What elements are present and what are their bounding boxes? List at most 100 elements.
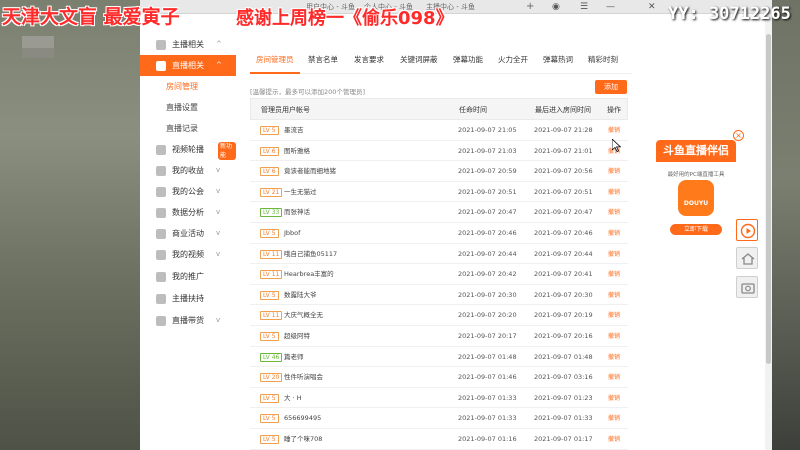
tab-firepower[interactable]: 火力全开 bbox=[498, 54, 528, 65]
sidebar-item-videos[interactable]: 我的视频 v bbox=[140, 244, 236, 265]
sidebar-item-earnings[interactable]: 我的收益 v bbox=[140, 160, 236, 181]
promo-download-button[interactable]: 立即下载 bbox=[670, 224, 722, 235]
appointed-time: 2021-09-07 20:47 bbox=[458, 208, 517, 217]
shield-icon[interactable]: ◉ bbox=[552, 0, 560, 14]
scrollbar-thumb[interactable] bbox=[766, 34, 771, 364]
douyu-logo-icon: DOUYU bbox=[678, 180, 714, 216]
table-row: LV 5 656699495 2021-09-07 01:33 2021-09-07 … bbox=[250, 408, 628, 429]
menu-icon[interactable]: ☰ bbox=[580, 0, 588, 14]
sidebar-item-label: 我的推广 bbox=[172, 272, 204, 281]
last-enter-time: 2021-09-07 20:56 bbox=[534, 167, 593, 176]
admin-username: 而张神话 bbox=[284, 208, 310, 217]
revoke-link[interactable]: 撤销 bbox=[608, 244, 620, 265]
admin-username: 数露陆大爷 bbox=[284, 290, 317, 299]
home-icon[interactable] bbox=[736, 247, 758, 269]
tab-keyword-block[interactable]: 关键词屏蔽 bbox=[400, 54, 438, 65]
tab-danmaku[interactable]: 弹幕功能 bbox=[453, 54, 483, 65]
admin-username: 一生无猫过 bbox=[284, 187, 317, 196]
close-icon[interactable]: × bbox=[733, 130, 744, 141]
admin-username: Hearbrea丰富的 bbox=[284, 270, 334, 279]
new-feature-badge: 新功能 bbox=[218, 142, 236, 160]
revoke-link[interactable]: 撤销 bbox=[608, 202, 620, 223]
revoke-link[interactable]: 撤销 bbox=[608, 408, 620, 429]
sidebar-item-label: 我的视频 bbox=[172, 250, 204, 259]
sidebar-item-business[interactable]: 商业活动 v bbox=[140, 223, 236, 244]
column-header: 最后进入房间时间 bbox=[535, 106, 591, 114]
browser-tab[interactable]: 用户中心 - 斗鱼 bbox=[300, 0, 356, 14]
revoke-link[interactable]: 撤销 bbox=[608, 347, 620, 368]
sidebar-item-promotion[interactable]: 我的推广 bbox=[140, 266, 236, 287]
level-badge: LV 11 bbox=[260, 249, 283, 259]
level-badge: LV 5 bbox=[260, 332, 279, 341]
appointed-time: 2021-09-07 01:33 bbox=[458, 393, 517, 402]
revoke-link[interactable]: 撤销 bbox=[608, 182, 620, 203]
appointed-time: 2021-09-07 21:03 bbox=[458, 146, 517, 155]
game-chip bbox=[22, 36, 54, 48]
browser-tab[interactable]: 主播中心 - 斗鱼 bbox=[420, 0, 484, 14]
game-background-left bbox=[0, 0, 140, 450]
table-row: LV 6 图听雅格 2021-09-07 21:03 2021-09-07 21:01… bbox=[250, 141, 628, 162]
revoke-link[interactable]: 撤销 bbox=[608, 367, 620, 388]
revoke-link[interactable]: 撤销 bbox=[608, 161, 620, 182]
appointed-time: 2021-09-07 01:48 bbox=[458, 352, 517, 361]
appointed-time: 2021-09-07 20:20 bbox=[458, 311, 517, 320]
minimize-icon[interactable]: — bbox=[606, 0, 615, 14]
revoke-link[interactable]: 撤销 bbox=[608, 326, 620, 347]
tab-speech-rules[interactable]: 发言要求 bbox=[354, 54, 384, 65]
sidebar-item-label: 商业活动 bbox=[172, 229, 204, 238]
add-admin-button[interactable]: 添加 bbox=[595, 80, 627, 94]
admin-username: 超级阿特 bbox=[284, 332, 310, 340]
shop-icon bbox=[156, 316, 166, 326]
column-header: 操作 bbox=[607, 106, 621, 114]
admin-username: 竟该者能而细地猪 bbox=[284, 167, 336, 176]
sidebar-item-support[interactable]: 主播扶持 bbox=[140, 288, 236, 309]
mic-icon bbox=[156, 40, 166, 50]
sidebar-sub-live-records[interactable]: 直播记录 bbox=[166, 120, 198, 138]
table-row: LV 6 竟该者能而细地猪 2021-09-07 20:59 2021-09-07 2… bbox=[250, 161, 628, 182]
thumb-up-icon bbox=[156, 294, 166, 304]
sidebar-item-guild[interactable]: 我的公会 v bbox=[140, 181, 236, 202]
last-enter-time: 2021-09-07 20:16 bbox=[534, 332, 593, 340]
new-tab-icon[interactable]: + bbox=[526, 0, 534, 14]
sidebar-item-anchor[interactable]: 主播相关 ^ bbox=[140, 34, 236, 55]
sidebar-item-label: 直播带货 bbox=[172, 316, 204, 325]
revoke-link[interactable]: 撤销 bbox=[608, 429, 620, 450]
admin-username: 大庆气概全无 bbox=[284, 311, 323, 320]
sidebar-item-video-carousel[interactable]: 视频轮播 新功能 bbox=[140, 139, 236, 160]
page-scrollbar[interactable] bbox=[765, 14, 772, 450]
tab-hot-words[interactable]: 弹幕热词 bbox=[543, 54, 573, 65]
appointed-time: 2021-09-07 20:30 bbox=[458, 290, 517, 299]
promo-ad[interactable]: 斗鱼直播伴侣 最好用的PC端直播工具 DOUYU 立即下载 × bbox=[656, 130, 744, 240]
revoke-link[interactable]: 撤销 bbox=[608, 285, 620, 306]
table-row: LV 5 Jbbof 2021-09-07 20:46 2021-09-07 20:4… bbox=[250, 223, 628, 244]
table-row: LV 21 一生无猫过 2021-09-07 20:51 2021-09-07 20:… bbox=[250, 182, 628, 203]
last-enter-time: 2021-09-07 20:19 bbox=[534, 311, 593, 320]
browser-tab[interactable]: 个人中心 - 斗鱼 bbox=[358, 0, 418, 14]
chart-icon bbox=[156, 208, 166, 218]
revoke-link[interactable]: 撤销 bbox=[608, 264, 620, 285]
tab-room-admins[interactable]: 房间管理员 bbox=[256, 54, 294, 65]
appointed-time: 2021-09-07 20:59 bbox=[458, 167, 517, 176]
video-icon bbox=[156, 145, 166, 155]
level-badge: LV 20 bbox=[260, 373, 283, 383]
table-row: LV 46 篇老师 2021-09-07 01:48 2021-09-07 01:48… bbox=[250, 347, 628, 368]
promo-card[interactable]: 斗鱼直播伴侣 最好用的PC端直播工具 DOUYU 立即下载 bbox=[656, 140, 736, 240]
close-icon[interactable]: ✕ bbox=[648, 0, 656, 14]
tab-mute-list[interactable]: 禁言名单 bbox=[308, 54, 338, 65]
tab-highlights[interactable]: 精彩时刻 bbox=[588, 54, 618, 65]
sidebar-item-commerce[interactable]: 直播带货 v bbox=[140, 310, 236, 331]
sidebar-item-analytics[interactable]: 数据分析 v bbox=[140, 202, 236, 223]
play-icon[interactable] bbox=[736, 219, 758, 241]
sidebar-sub-live-settings[interactable]: 直播设置 bbox=[166, 99, 198, 117]
revoke-link[interactable]: 撤销 bbox=[608, 305, 620, 326]
sidebar-sub-room-manage[interactable]: 房间管理 bbox=[166, 78, 198, 96]
sidebar-item-live[interactable]: 直播相关 ^ bbox=[140, 55, 236, 76]
chevron-down-icon: v bbox=[216, 187, 221, 195]
admin-username: 哦自己捕鱼05117 bbox=[284, 249, 338, 258]
revoke-link[interactable]: 撤销 bbox=[608, 388, 620, 409]
table-header: 管理员用户帐号 任命时间 最后进入房间时间 操作 bbox=[250, 98, 628, 120]
camera-icon[interactable] bbox=[736, 276, 758, 298]
revoke-link[interactable]: 撤销 bbox=[608, 223, 620, 244]
content-tabs: 房间管理员 禁言名单 发言要求 关键词屏蔽 弹幕功能 火力全开 弹幕热词 精彩时… bbox=[250, 44, 632, 74]
guild-icon bbox=[156, 187, 166, 197]
